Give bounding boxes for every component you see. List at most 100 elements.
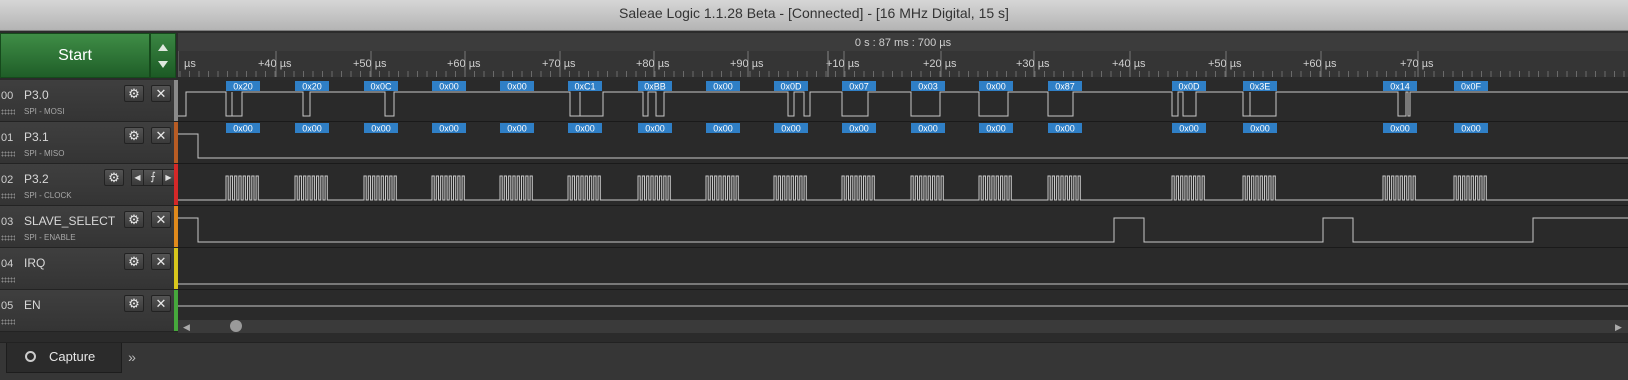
mosi-label: 0x87 [1055, 82, 1075, 92]
tick-label: +70 µs [1400, 58, 1434, 70]
tick-label: +60 µs [1303, 58, 1337, 70]
tick-label: +50 µs [1208, 58, 1242, 70]
start-button[interactable]: Start [0, 33, 150, 78]
close-icon[interactable]: ✕ [151, 253, 171, 270]
miso-label: 0x00 [302, 124, 322, 134]
mosi-label: 0x0F [1461, 82, 1482, 92]
settings-gear-icon[interactable]: ⚙ [124, 85, 144, 102]
channel-number: 03 [1, 216, 14, 228]
tick-label: +20 µs [923, 58, 957, 70]
scroll-right-icon[interactable]: ▶ [1615, 322, 1622, 332]
channel-row-05[interactable]: 05 EN ⚙ ✕ [0, 290, 178, 332]
miso-label: 0x00 [849, 124, 869, 134]
settings-gear-icon[interactable]: ⚙ [124, 295, 144, 312]
mosi-label: 0x00 [713, 82, 733, 92]
channel-analyzer-label: SPI - MOSI [24, 107, 65, 116]
channel-list: 00 P3.0 SPI - MOSI ⚙ ✕ 01 P3.1 SPI - MIS… [0, 80, 178, 332]
settings-gear-icon[interactable]: ⚙ [124, 211, 144, 228]
miso-label: 0x00 [1055, 124, 1075, 134]
mosi-label: 0x3E [1250, 82, 1271, 92]
settings-gear-icon[interactable]: ⚙ [124, 253, 144, 270]
mosi-label: 0x20 [233, 82, 253, 92]
waveform-view[interactable]: 0 s : 87 ms : 700 µs µs +40 µs +50 µs +60 µ… [177, 33, 1628, 333]
mosi-label: 0xC1 [574, 82, 595, 92]
mosi-label: 0x03 [918, 82, 938, 92]
mosi-label: 0x00 [507, 82, 527, 92]
drag-handle-icon[interactable] [1, 319, 15, 325]
settings-gear-icon[interactable]: ⚙ [124, 127, 144, 144]
channel-row-03[interactable]: 03 SLAVE_SELECT SPI - ENABLE ⚙ ✕ [0, 206, 178, 248]
miso-label: 0x00 [1390, 124, 1410, 134]
close-icon[interactable]: ✕ [151, 211, 171, 228]
tick-label: +10 µs [826, 58, 860, 70]
close-icon[interactable]: ✕ [151, 85, 171, 102]
waveform-canvas[interactable]: 0 s : 87 ms : 700 µs µs +40 µs +50 µs +60 µ… [177, 33, 1628, 333]
channel-row-01[interactable]: 01 P3.1 SPI - MISO ⚙ ✕ [0, 122, 178, 164]
window-title: Saleae Logic 1.1.28 Beta - [Connected] -… [0, 0, 1628, 31]
close-icon[interactable]: ✕ [151, 295, 171, 312]
tick-label: +90 µs [730, 58, 764, 70]
channel-number: 00 [1, 90, 14, 102]
miso-label: 0x00 [645, 124, 665, 134]
miso-label: 0x00 [1250, 124, 1270, 134]
miso-label: 0x00 [918, 124, 938, 134]
mosi-label: 0x07 [849, 82, 869, 92]
center-time-readout: 0 s : 87 ms : 700 µs [855, 37, 952, 49]
scroll-left-icon[interactable]: ◀ [183, 322, 190, 332]
channel-name[interactable]: P3.2 [24, 172, 49, 186]
drag-handle-icon[interactable] [1, 235, 15, 241]
miso-label: 0x00 [233, 124, 253, 134]
trigger-edge-icon[interactable]: ⨍ [143, 169, 163, 186]
channel-row-02[interactable]: 02 P3.2 SPI - CLOCK ⚙ ◀ ⨍ ▶ [0, 164, 178, 206]
channel-row-04[interactable]: 04 IRQ ⚙ ✕ [0, 248, 178, 290]
drag-handle-icon[interactable] [1, 277, 15, 283]
row-backgrounds [178, 80, 1628, 332]
mosi-label: 0xBB [644, 82, 666, 92]
tick-label: +70 µs [542, 58, 576, 70]
tick-label: +50 µs [353, 58, 387, 70]
chevron-up-icon [158, 44, 168, 51]
tick-label: +80 µs [636, 58, 670, 70]
tab-capture[interactable]: Capture [6, 343, 122, 373]
channel-name[interactable]: SLAVE_SELECT [24, 214, 115, 228]
scroll-thumb[interactable] [230, 320, 242, 332]
channel-row-00[interactable]: 00 P3.0 SPI - MOSI ⚙ ✕ [0, 80, 178, 122]
more-tabs-button[interactable]: » [118, 343, 146, 373]
tab-capture-label: Capture [49, 349, 96, 364]
search-icon [25, 351, 36, 362]
miso-label: 0x00 [439, 124, 459, 134]
mosi-label: 0x00 [986, 82, 1006, 92]
miso-label: 0x00 [986, 124, 1006, 134]
channel-number: 02 [1, 174, 14, 186]
drag-handle-icon[interactable] [1, 193, 15, 199]
drag-handle-icon[interactable] [1, 151, 15, 157]
channel-row-bg [178, 206, 1628, 247]
channel-name[interactable]: P3.1 [24, 130, 49, 144]
close-icon[interactable]: ✕ [151, 127, 171, 144]
channel-name[interactable]: P3.0 [24, 88, 49, 102]
chevron-down-icon [158, 61, 168, 68]
horizontal-scrollbar[interactable] [178, 320, 1628, 333]
channel-number: 04 [1, 258, 14, 270]
settings-gear-icon[interactable]: ⚙ [104, 169, 124, 186]
miso-label: 0x00 [1179, 124, 1199, 134]
channel-analyzer-label: SPI - CLOCK [24, 191, 72, 200]
miso-label: 0x00 [1461, 124, 1481, 134]
mosi-label: 0x0C [370, 82, 392, 92]
mosi-label: 0x20 [302, 82, 322, 92]
start-options-button[interactable] [150, 33, 176, 78]
miso-label: 0x00 [575, 124, 595, 134]
channel-analyzer-label: SPI - ENABLE [24, 233, 76, 242]
mosi-label: 0x0D [1178, 82, 1200, 92]
channel-name[interactable]: IRQ [24, 256, 45, 270]
channel-row-bg [178, 248, 1628, 289]
miso-label: 0x00 [713, 124, 733, 134]
drag-handle-icon[interactable] [1, 109, 15, 115]
tick-label: +60 µs [447, 58, 481, 70]
mosi-label: 0x0D [780, 82, 802, 92]
channel-number: 01 [1, 132, 14, 144]
mosi-label: 0x14 [1390, 82, 1410, 92]
channel-number: 05 [1, 300, 14, 312]
channel-name[interactable]: EN [24, 298, 41, 312]
tick-label: +30 µs [1016, 58, 1050, 70]
